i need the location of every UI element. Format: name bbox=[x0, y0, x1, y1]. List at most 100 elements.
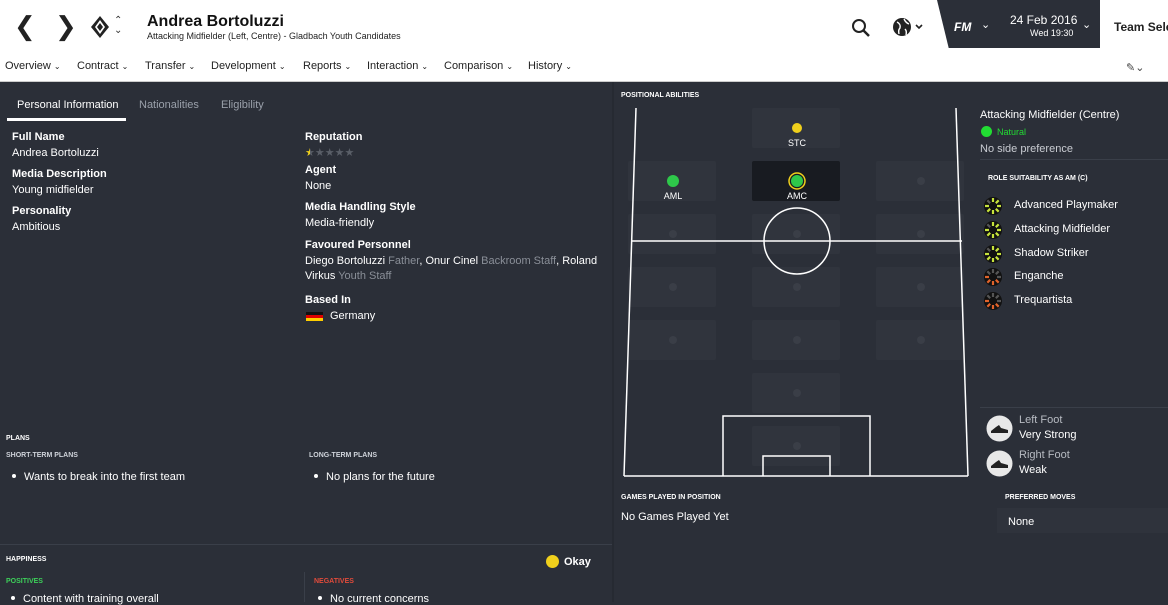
tab-eligibility[interactable]: Eligibility bbox=[221, 99, 264, 111]
role-suitability-icon bbox=[984, 245, 1002, 263]
side-preference: No side preference bbox=[980, 143, 1073, 155]
positives-title: POSITIVES bbox=[6, 578, 43, 585]
chevron-left-icon[interactable]: ❮ bbox=[14, 14, 36, 40]
top-bar: ❮ ❯ ⌃ ⌄ Andrea Bortoluzzi Attacking Midfi… bbox=[0, 0, 1168, 56]
chevron-down-icon[interactable]: ⌄ bbox=[1082, 18, 1091, 31]
star-icon: ★ bbox=[324, 146, 335, 159]
positional-abilities-title: POSITIONAL ABILITIES bbox=[621, 92, 700, 99]
games-played-value: No Games Played Yet bbox=[621, 511, 729, 523]
negative-item: No current concerns bbox=[318, 593, 429, 605]
personality-value: Ambitious bbox=[12, 221, 61, 233]
role-attacking-midfielder[interactable]: Attacking Midfielder bbox=[1014, 223, 1110, 235]
long-term-plan-item: No plans for the future bbox=[314, 471, 435, 483]
happiness-divider bbox=[304, 572, 305, 602]
short-term-plans-title: SHORT-TERM PLANS bbox=[6, 452, 78, 459]
favoured-person-link[interactable]: Diego Bortoluzzi bbox=[305, 255, 385, 267]
favoured-person-link[interactable]: Roland bbox=[562, 255, 597, 267]
team-selection-button[interactable]: Team Sele bbox=[1114, 20, 1168, 34]
long-term-plans-title: LONG-TERM PLANS bbox=[309, 452, 378, 459]
chevron-down-icon[interactable]: ⌄ bbox=[981, 18, 990, 31]
media-handling-value: Media-friendly bbox=[305, 217, 375, 229]
column-divider bbox=[612, 82, 614, 602]
menu-reports[interactable]: Reports ⌄ bbox=[303, 60, 351, 72]
star-icon: ★ bbox=[344, 146, 355, 159]
current-date: 24 Feb 2016 bbox=[1010, 13, 1078, 27]
role-shadow-striker[interactable]: Shadow Striker bbox=[1014, 247, 1089, 259]
favoured-personnel-label: Favoured Personnel bbox=[305, 239, 411, 251]
reputation-stars: ★★★★★ bbox=[305, 146, 354, 159]
current-time: Wed 19:30 bbox=[1030, 28, 1074, 38]
preferred-moves-title: PREFERRED MOVES bbox=[1005, 494, 1076, 501]
based-in-label: Based In bbox=[305, 294, 351, 306]
plans-title: PLANS bbox=[6, 435, 30, 442]
personality-label: Personality bbox=[12, 205, 72, 217]
section-divider bbox=[0, 544, 612, 545]
chevron-right-icon[interactable]: ❯ bbox=[55, 14, 77, 40]
full-name-label: Full Name bbox=[12, 131, 65, 143]
role-suitability-icon bbox=[984, 292, 1002, 310]
positions-pitch: STC AML AMC bbox=[623, 107, 969, 477]
position-dot-stc bbox=[792, 123, 802, 133]
happiness-status: Okay bbox=[564, 556, 591, 568]
left-foot-value: Very Strong bbox=[1019, 429, 1077, 441]
panel-divider bbox=[980, 159, 1168, 160]
role-suitability-title: ROLE SUITABILITY AS AM (C) bbox=[988, 175, 1088, 182]
edit-icon[interactable]: ✎⌄ bbox=[1126, 61, 1144, 74]
club-crest-icon[interactable] bbox=[90, 15, 110, 39]
happiness-status-icon bbox=[546, 555, 559, 568]
reputation-label: Reputation bbox=[305, 131, 363, 143]
switch-player-icon[interactable]: ⌃ ⌄ bbox=[114, 16, 122, 36]
favoured-person-link[interactable]: Onur Cinel bbox=[425, 255, 478, 267]
favoured-personnel-line2: Virkus Youth Staff bbox=[305, 270, 392, 282]
favoured-person-link[interactable]: Virkus bbox=[305, 270, 335, 282]
search-icon[interactable] bbox=[851, 18, 871, 38]
role-suitability-icon bbox=[984, 197, 1002, 215]
left-foot-label: Left Foot bbox=[1019, 414, 1063, 426]
games-played-title: GAMES PLAYED IN POSITION bbox=[621, 494, 721, 501]
role-advanced-playmaker[interactable]: Advanced Playmaker bbox=[1014, 199, 1118, 211]
panel-divider bbox=[980, 407, 1168, 408]
agent-value: None bbox=[305, 180, 332, 192]
negatives-title: NEGATIVES bbox=[314, 578, 354, 585]
position-label-aml: AML bbox=[664, 191, 683, 201]
position-label-amc: AMC bbox=[787, 191, 808, 201]
menu-contract[interactable]: Contract ⌄ bbox=[77, 60, 128, 72]
media-description-label: Media Description bbox=[12, 168, 107, 180]
positive-item: Content with training overall bbox=[11, 593, 159, 605]
short-term-plan-item: Wants to break into the first team bbox=[12, 471, 185, 483]
menu-bar: Overview ⌄ Contract ⌄ Transfer ⌄ Developmen… bbox=[0, 56, 1168, 82]
full-name-value: Andrea Bortoluzzi bbox=[12, 147, 99, 159]
tab-personal-information[interactable]: Personal Information bbox=[17, 99, 119, 111]
player-subtitle: Attacking Midfielder (Left, Centre) - Gl… bbox=[147, 31, 401, 41]
right-foot-value: Weak bbox=[1019, 464, 1047, 476]
menu-overview[interactable]: Overview ⌄ bbox=[5, 60, 61, 72]
natural-rating-icon bbox=[981, 126, 992, 137]
menu-transfer[interactable]: Transfer ⌄ bbox=[145, 60, 195, 72]
right-foot-icon bbox=[986, 450, 1013, 477]
globe-icon[interactable] bbox=[892, 16, 926, 38]
role-suitability-icon bbox=[984, 221, 1002, 239]
right-foot-label: Right Foot bbox=[1019, 449, 1070, 461]
player-name: Andrea Bortoluzzi bbox=[147, 13, 284, 30]
based-in-value[interactable]: Germany bbox=[330, 310, 375, 322]
role-trequartista[interactable]: Trequartista bbox=[1014, 294, 1072, 306]
menu-development[interactable]: Development ⌄ bbox=[211, 60, 286, 72]
role-enganche[interactable]: Enganche bbox=[1014, 270, 1064, 282]
star-icon: ★ bbox=[334, 146, 345, 159]
preferred-moves-value: None bbox=[1008, 516, 1035, 528]
menu-comparison[interactable]: Comparison ⌄ bbox=[444, 60, 513, 72]
tab-nationalities[interactable]: Nationalities bbox=[139, 99, 199, 111]
media-handling-label: Media Handling Style bbox=[305, 201, 416, 213]
position-dot-amc bbox=[791, 175, 803, 187]
active-tab-indicator bbox=[7, 118, 126, 121]
star-icon: ★ bbox=[305, 146, 315, 159]
agent-label: Agent bbox=[305, 164, 337, 176]
menu-history[interactable]: History ⌄ bbox=[528, 60, 572, 72]
media-description-value: Young midfielder bbox=[12, 184, 94, 196]
menu-interaction[interactable]: Interaction ⌄ bbox=[367, 60, 428, 72]
happiness-title: HAPPINESS bbox=[6, 556, 47, 563]
role-suitability-icon bbox=[984, 268, 1002, 286]
fm-menu-button[interactable]: FM bbox=[954, 20, 971, 34]
germany-flag-icon bbox=[306, 312, 323, 321]
position-dot-aml bbox=[667, 175, 679, 187]
